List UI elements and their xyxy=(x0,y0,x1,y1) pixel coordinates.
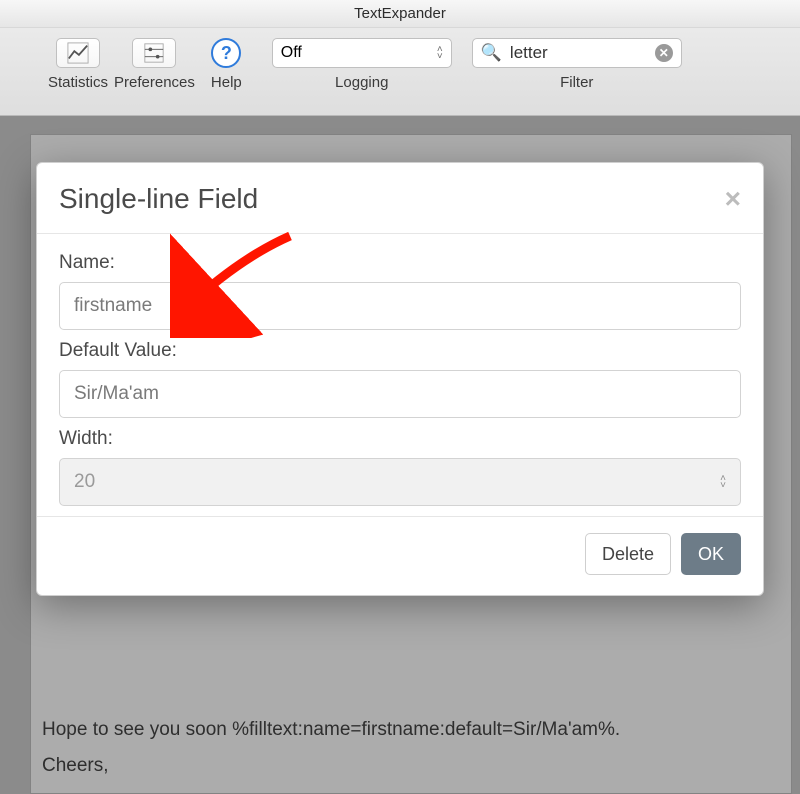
name-label: Name: xyxy=(59,252,741,274)
width-input[interactable]: 20 ˄˅ xyxy=(59,458,741,506)
filter-search-input[interactable]: 🔍 letter ✕ xyxy=(472,38,682,68)
ok-button[interactable]: OK xyxy=(681,533,741,575)
filter-value: letter xyxy=(510,43,647,63)
name-value: firstname xyxy=(74,295,152,317)
filter-label: Filter xyxy=(560,74,593,91)
default-value-label: Default Value: xyxy=(59,340,741,362)
preferences-label: Preferences xyxy=(114,74,195,91)
toolbar: Statistics Preferences ? Help Off ˄˅ Log… xyxy=(0,28,800,116)
dialog-footer: Delete OK xyxy=(37,516,763,595)
logging-value: Off xyxy=(281,44,302,62)
logging-group: Off ˄˅ Logging xyxy=(272,38,452,91)
window-titlebar: TextExpander xyxy=(0,0,800,28)
sliders-icon xyxy=(132,38,176,68)
width-value: 20 xyxy=(74,471,95,493)
stepper-icon[interactable]: ˄˅ xyxy=(720,475,726,489)
dialog-body: Name: firstname Default Value: Sir/Ma'am… xyxy=(37,234,763,516)
preferences-button[interactable]: Preferences xyxy=(114,38,195,91)
editor-line: Hope to see you soon %filltext:name=firs… xyxy=(42,712,780,748)
chevron-updown-icon: ˄˅ xyxy=(437,46,443,60)
statistics-label: Statistics xyxy=(48,74,108,91)
editor-line: Cheers, xyxy=(42,748,780,784)
close-icon[interactable]: × xyxy=(725,189,741,209)
help-icon: ? xyxy=(211,38,241,68)
editor-text: Hope to see you soon %filltext:name=firs… xyxy=(42,712,780,784)
chart-icon xyxy=(56,38,100,68)
help-button[interactable]: ? Help xyxy=(211,38,242,91)
toolbar-group: Statistics Preferences xyxy=(48,38,195,91)
default-value: Sir/Ma'am xyxy=(74,383,159,405)
clear-icon[interactable]: ✕ xyxy=(655,44,673,62)
search-icon: 🔍 xyxy=(481,43,502,63)
dialog-title: Single-line Field xyxy=(59,183,258,215)
logging-select[interactable]: Off ˄˅ xyxy=(272,38,452,68)
help-label: Help xyxy=(211,74,242,91)
name-input[interactable]: firstname xyxy=(59,282,741,330)
default-value-input[interactable]: Sir/Ma'am xyxy=(59,370,741,418)
single-line-field-dialog: Single-line Field × Name: firstname Defa… xyxy=(36,162,764,596)
width-label: Width: xyxy=(59,428,741,450)
window-title: TextExpander xyxy=(354,5,446,22)
statistics-button[interactable]: Statistics xyxy=(48,38,108,91)
filter-group: 🔍 letter ✕ Filter xyxy=(472,38,682,91)
logging-label: Logging xyxy=(335,74,388,91)
delete-button[interactable]: Delete xyxy=(585,533,671,575)
dialog-header: Single-line Field × xyxy=(37,163,763,234)
